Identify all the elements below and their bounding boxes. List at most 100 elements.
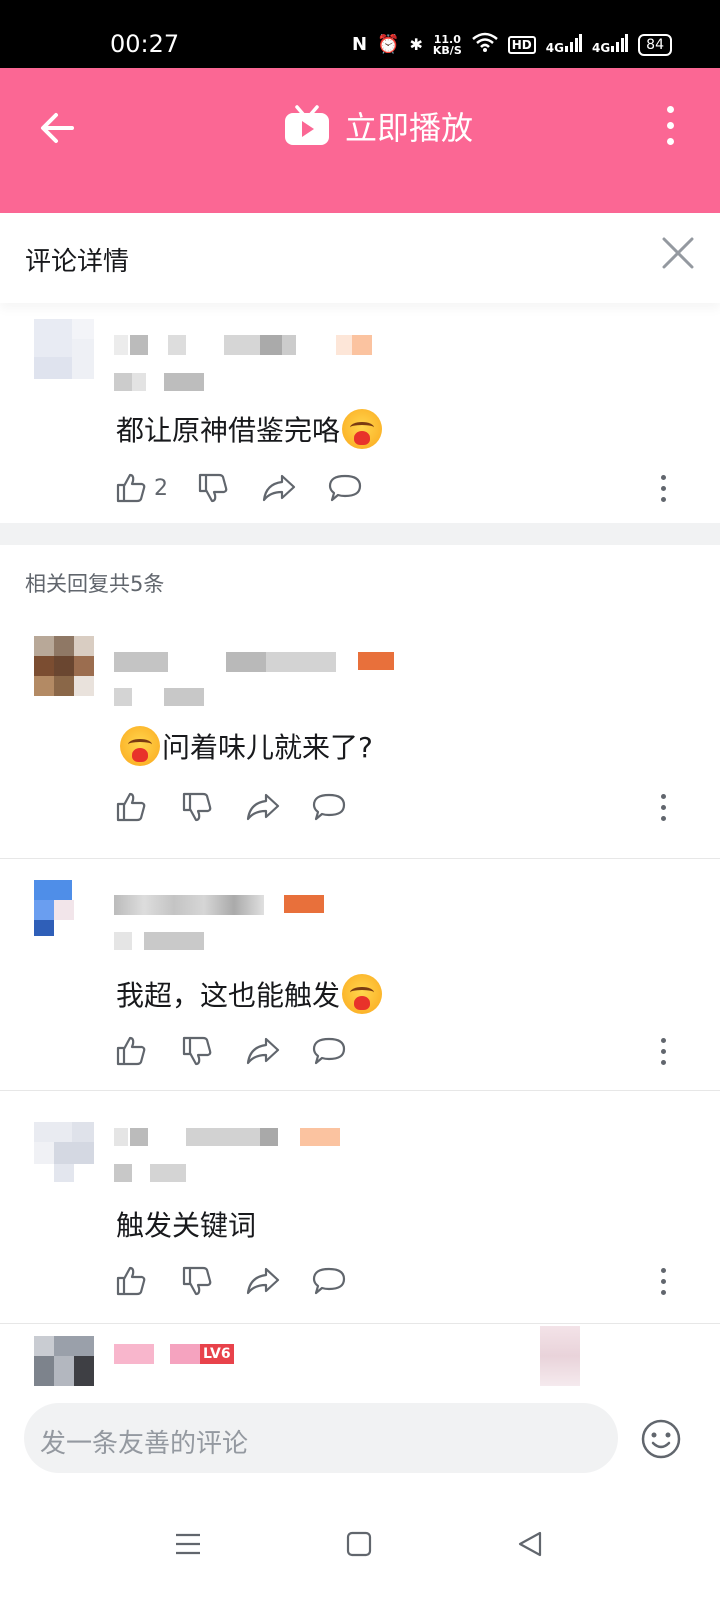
square-home-icon bbox=[346, 1531, 372, 1557]
avatar[interactable] bbox=[34, 1336, 94, 1390]
close-icon bbox=[662, 237, 694, 269]
more-vertical-icon[interactable] bbox=[660, 106, 680, 150]
comment-actions bbox=[114, 1034, 378, 1068]
like-button[interactable] bbox=[114, 1034, 148, 1068]
comment-text: 都让原神借鉴完咯 bbox=[116, 409, 384, 449]
reply-count-label: 相关回复共5条 bbox=[25, 572, 165, 596]
share-button[interactable] bbox=[262, 471, 296, 505]
share-icon bbox=[246, 1037, 280, 1065]
heart-hug-emoji bbox=[120, 726, 160, 766]
comment-body: 触发关键词 bbox=[116, 1209, 257, 1242]
divider bbox=[0, 858, 720, 859]
username-blurred[interactable] bbox=[114, 1128, 354, 1148]
heart-hug-emoji bbox=[342, 974, 383, 1014]
thumbs-up-icon bbox=[116, 1036, 146, 1066]
share-button[interactable] bbox=[246, 790, 280, 824]
avatar[interactable] bbox=[34, 636, 94, 696]
battery-icon: 84 bbox=[638, 33, 672, 56]
avatar[interactable] bbox=[34, 319, 94, 379]
username-blurred[interactable] bbox=[114, 895, 334, 915]
reply-button[interactable] bbox=[312, 790, 346, 824]
chat-bubble-icon bbox=[328, 474, 362, 502]
dislike-button[interactable] bbox=[196, 471, 230, 505]
system-nav-bar bbox=[0, 1490, 720, 1600]
comment-body: 都让原神借鉴完咯 bbox=[116, 414, 341, 447]
username-blurred[interactable]: LV6 bbox=[114, 1344, 254, 1364]
username-blurred[interactable] bbox=[114, 652, 404, 672]
smiley-icon bbox=[641, 1419, 681, 1459]
back-button[interactable] bbox=[38, 108, 78, 148]
status-time: 00:27 bbox=[110, 30, 180, 58]
share-button[interactable] bbox=[246, 1034, 280, 1068]
chat-bubble-icon bbox=[312, 793, 346, 821]
comment-input[interactable]: 发一条友善的评论 bbox=[24, 1403, 618, 1473]
battery-level: 84 bbox=[646, 36, 664, 53]
triangle-back-icon bbox=[518, 1531, 542, 1557]
nfc-icon: N bbox=[351, 34, 368, 55]
thumbs-down-icon bbox=[182, 1036, 212, 1066]
username-blurred[interactable] bbox=[114, 335, 374, 355]
reply-item-partial: LV6 bbox=[0, 1324, 720, 1390]
nav-menu-button[interactable] bbox=[172, 1528, 206, 1562]
timestamp-blurred bbox=[114, 688, 214, 706]
share-button[interactable] bbox=[246, 1264, 280, 1298]
comment-input-placeholder: 发一条友善的评论 bbox=[40, 1429, 249, 1459]
more-options-icon[interactable] bbox=[658, 1038, 668, 1071]
chat-bubble-icon bbox=[312, 1037, 346, 1065]
play-now-button[interactable]: 立即播放 bbox=[283, 103, 473, 149]
thumbs-up-icon bbox=[116, 1266, 146, 1296]
dislike-button[interactable] bbox=[180, 1034, 214, 1068]
arrow-left-icon bbox=[41, 113, 74, 143]
signal-4g-1: 4G bbox=[546, 34, 582, 55]
avatar[interactable] bbox=[34, 1122, 94, 1182]
thumbs-up-icon bbox=[116, 792, 146, 822]
speed-unit: KB/S bbox=[432, 43, 462, 57]
dislike-button[interactable] bbox=[180, 790, 214, 824]
status-icons: N ⏰ ✱ 11.0 KB/S HD 4G 4G 84 bbox=[352, 32, 672, 57]
like-button[interactable] bbox=[114, 1264, 148, 1298]
reply-item: 触发关键词 bbox=[0, 1092, 720, 1322]
share-icon bbox=[246, 1267, 280, 1295]
timestamp-blurred bbox=[114, 932, 214, 950]
alarm-icon: ⏰ bbox=[377, 34, 400, 55]
heart-hug-emoji bbox=[342, 409, 383, 449]
avatar[interactable] bbox=[34, 880, 94, 940]
comment-detail-bar: 评论详情 bbox=[0, 213, 720, 303]
net2-label: 4G bbox=[591, 41, 611, 55]
comment-text: 我超，这也能触发 bbox=[116, 974, 384, 1014]
share-icon bbox=[262, 474, 296, 502]
more-options-icon[interactable] bbox=[658, 1268, 668, 1301]
bluetooth-icon: ✱ bbox=[409, 35, 423, 54]
dislike-button[interactable] bbox=[180, 1264, 214, 1298]
thumbs-down-icon bbox=[182, 792, 212, 822]
more-options-icon[interactable] bbox=[658, 475, 668, 508]
reply-item: 我超，这也能触发 bbox=[0, 860, 720, 1090]
timestamp-blurred bbox=[114, 373, 214, 391]
emoji-button[interactable] bbox=[640, 1418, 682, 1460]
more-options-icon[interactable] bbox=[658, 794, 668, 827]
comment-actions bbox=[114, 1264, 378, 1298]
like-button[interactable] bbox=[114, 471, 148, 505]
reply-button[interactable] bbox=[312, 1034, 346, 1068]
status-bar: 00:27 N ⏰ ✱ 11.0 KB/S HD 4G 4G 84 bbox=[0, 0, 720, 68]
speed-value: 11.0 bbox=[433, 32, 461, 46]
image-thumb-blurred bbox=[540, 1326, 580, 1386]
share-icon bbox=[246, 793, 280, 821]
hd-badge: HD bbox=[507, 35, 536, 54]
divider bbox=[0, 1090, 720, 1091]
close-button[interactable] bbox=[660, 235, 696, 271]
net1-label: 4G bbox=[545, 41, 564, 55]
main-comment: 都让原神借鉴完咯 2 bbox=[0, 303, 720, 523]
like-button[interactable] bbox=[114, 790, 148, 824]
reply-button[interactable] bbox=[328, 471, 362, 505]
nav-home-button[interactable] bbox=[343, 1528, 377, 1562]
wifi-icon bbox=[471, 32, 498, 57]
tv-icon bbox=[283, 105, 331, 147]
like-count: 2 bbox=[154, 475, 168, 501]
section-divider bbox=[0, 523, 720, 545]
reply-button[interactable] bbox=[312, 1264, 346, 1298]
signal-4g-2: 4G bbox=[591, 34, 629, 55]
nav-back-button[interactable] bbox=[514, 1528, 548, 1562]
comment-actions: 2 bbox=[114, 471, 394, 505]
comment-body: 我超，这也能触发 bbox=[116, 979, 341, 1012]
